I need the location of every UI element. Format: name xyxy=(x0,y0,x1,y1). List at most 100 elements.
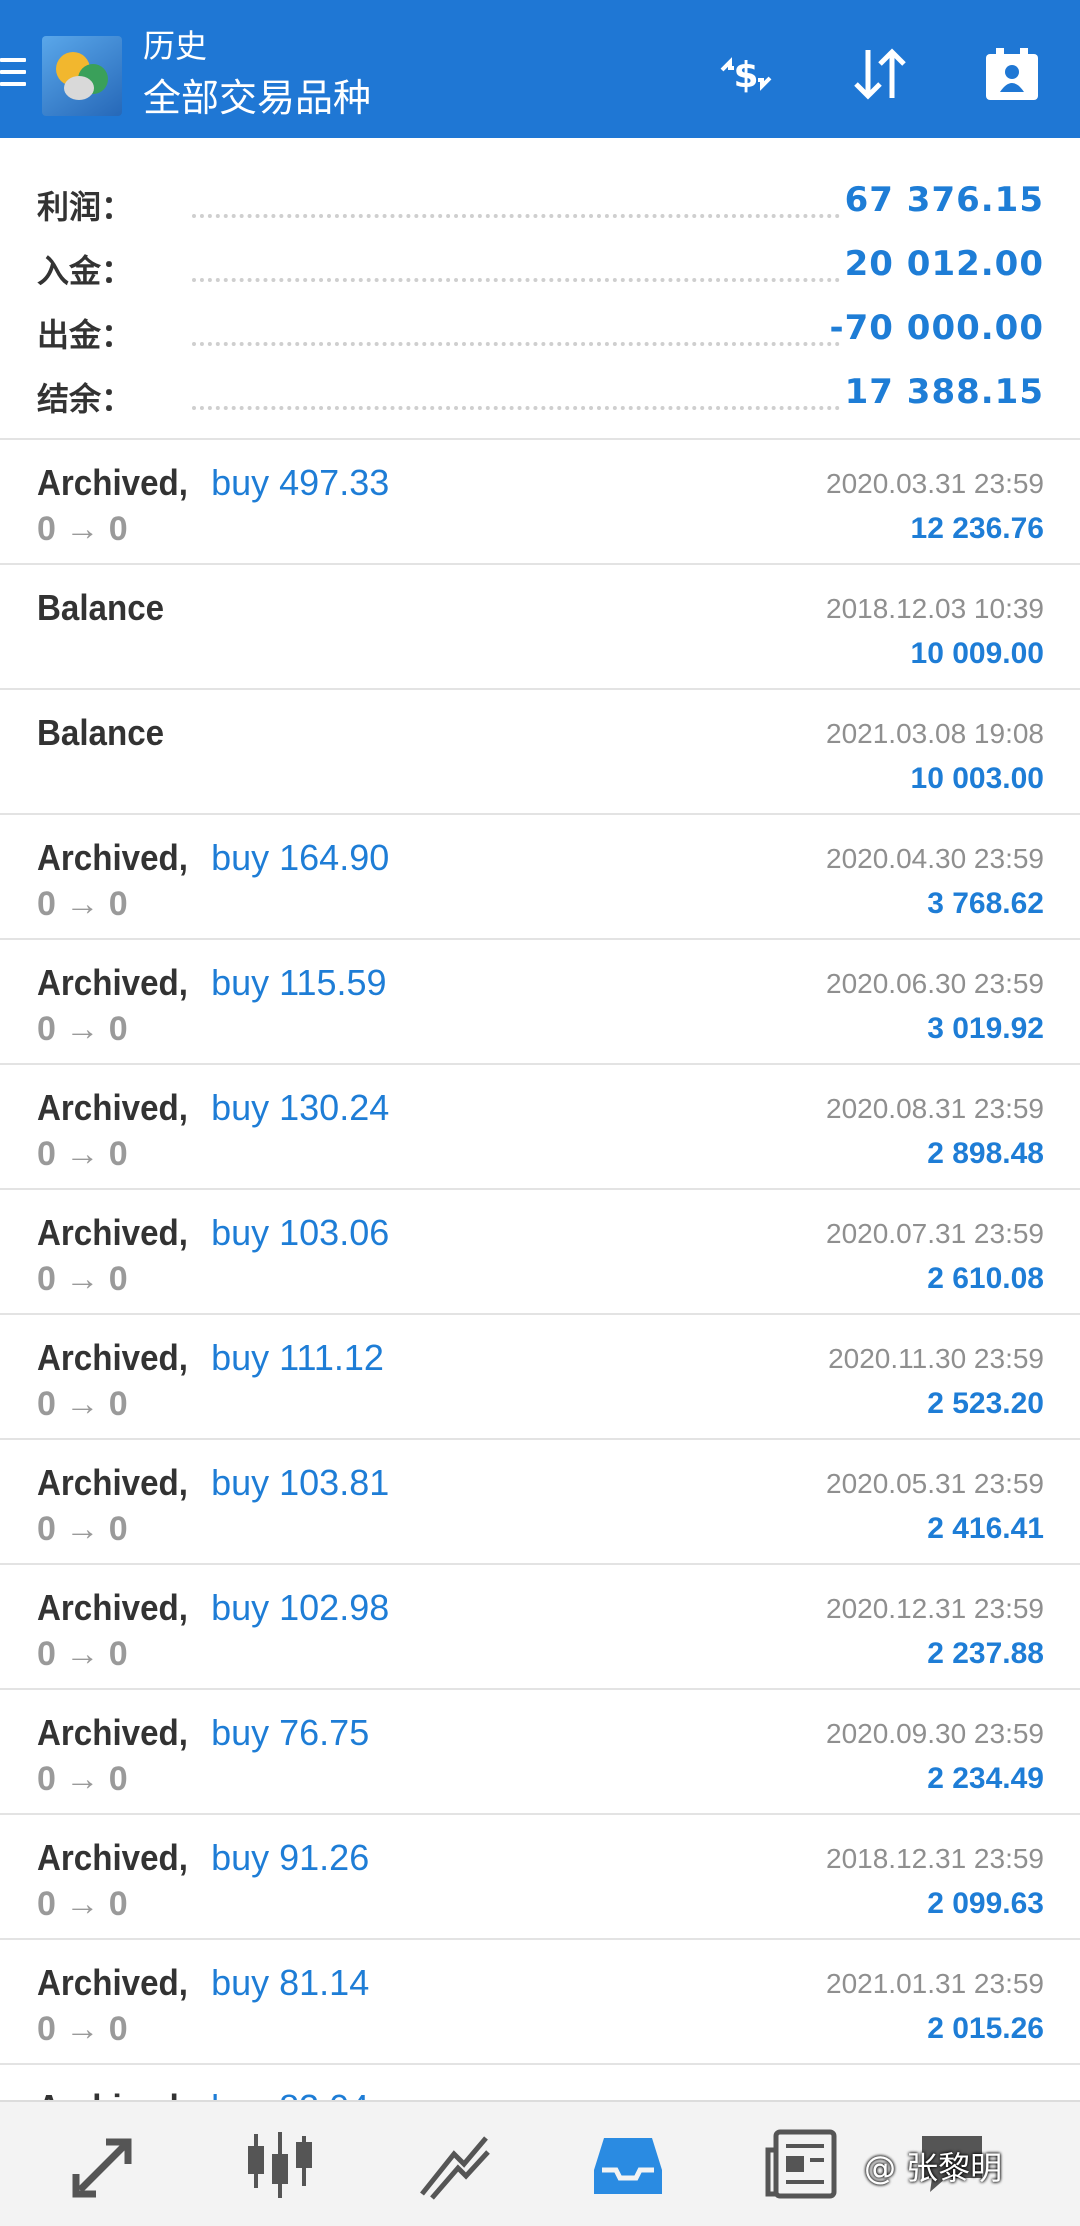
menu-icon[interactable] xyxy=(0,58,28,90)
deal-side: buy xyxy=(211,1337,270,1378)
deal-time: 2021.01.31 23:59 xyxy=(826,1968,1044,1999)
header-titles[interactable]: 历史 全部交易品种 xyxy=(143,26,371,124)
deal-status: Balance xyxy=(37,712,165,753)
history-row[interactable]: Archived, buy 111.12 0 → 0 2020.11.30 23… xyxy=(0,1315,1080,1440)
deal-status: Archived, xyxy=(37,462,188,503)
dotted-leader xyxy=(192,214,840,218)
deal-price-range: 0 → 0 xyxy=(37,1635,128,1673)
history-icon[interactable] xyxy=(588,2124,668,2204)
chart-icon[interactable] xyxy=(240,2124,320,2204)
deal-side: buy xyxy=(211,962,270,1003)
deal-volume: 115.59 xyxy=(279,962,387,1003)
deal-profit: 2 898.48 xyxy=(927,1137,1044,1170)
sort-icon[interactable] xyxy=(850,44,910,104)
deal-profit: 2 015.26 xyxy=(927,2012,1044,2045)
history-row[interactable]: Archived, buy 76.75 0 → 0 2020.09.30 23:… xyxy=(0,1690,1080,1815)
deal-side: buy xyxy=(211,1087,270,1128)
deal-side: buy xyxy=(211,1462,270,1503)
deal-side: buy xyxy=(211,837,270,878)
currency-exchange-icon[interactable]: $ xyxy=(716,44,776,104)
history-list[interactable]: Archived, buy 497.33 0 → 0 2020.03.31 23… xyxy=(0,440,1080,2125)
deal-status: Archived, xyxy=(37,962,188,1003)
dotted-leader xyxy=(192,342,840,346)
history-row[interactable]: Archived, buy 81.14 0 → 0 2021.01.31 23:… xyxy=(0,1940,1080,2065)
news-icon[interactable] xyxy=(762,2124,842,2204)
deal-time: 2020.07.31 23:59 xyxy=(826,1218,1044,1249)
history-row[interactable]: Archived, buy 103.06 0 → 0 2020.07.31 23… xyxy=(0,1190,1080,1315)
deal-profit: 2 610.08 xyxy=(927,1262,1044,1295)
deal-status: Archived, xyxy=(37,1087,188,1128)
deal-status: Archived, xyxy=(37,1587,188,1628)
deal-side: buy xyxy=(211,1587,270,1628)
deal-status: Archived, xyxy=(37,1962,188,2003)
summary-label: 出金： xyxy=(37,316,134,354)
deal-status: Archived, xyxy=(37,1212,188,1253)
deal-status: Archived, xyxy=(37,1712,188,1753)
deal-profit: 10 009.00 xyxy=(910,637,1044,670)
dotted-leader xyxy=(192,406,840,410)
summary-value: 20 012.00 xyxy=(844,244,1044,284)
deal-volume: 111.12 xyxy=(279,1337,384,1378)
summary-value: 17 388.15 xyxy=(844,372,1044,412)
history-row[interactable]: Balance 2018.12.03 10:39 10 009.00 xyxy=(0,565,1080,690)
summary-label: 结余： xyxy=(37,380,134,418)
history-row[interactable]: Archived, buy 91.26 0 → 0 2018.12.31 23:… xyxy=(0,1815,1080,1940)
deal-price-range: 0 → 0 xyxy=(37,1885,128,1923)
history-row[interactable]: Archived, buy 497.33 0 → 0 2020.03.31 23… xyxy=(0,440,1080,565)
deal-profit: 2 523.20 xyxy=(927,1387,1044,1420)
summary-value: 67 376.15 xyxy=(844,180,1044,220)
deal-profit: 3 768.62 xyxy=(927,887,1044,920)
history-row[interactable]: Archived, buy 164.90 0 → 0 2020.04.30 23… xyxy=(0,815,1080,940)
header-title: 全部交易品种 xyxy=(143,76,372,120)
deal-price-range: 0 → 0 xyxy=(37,2010,128,2048)
deal-time: 2020.05.31 23:59 xyxy=(826,1468,1044,1499)
deal-volume: 103.81 xyxy=(279,1462,390,1503)
deal-price-range: 0 → 0 xyxy=(37,1010,128,1048)
deal-status: Archived, xyxy=(37,1462,188,1503)
history-row[interactable]: Archived, buy 102.98 0 → 0 2020.12.31 23… xyxy=(0,1565,1080,1690)
deal-status: Balance xyxy=(37,587,165,628)
deal-price-range: 0 → 0 xyxy=(37,1135,128,1173)
history-row[interactable]: Archived, buy 130.24 0 → 0 2020.08.31 23… xyxy=(0,1065,1080,1190)
history-row[interactable]: Balance 2021.03.08 19:08 10 003.00 xyxy=(0,690,1080,815)
deal-profit: 3 019.92 xyxy=(927,1012,1044,1045)
deal-price-range: 0 → 0 xyxy=(37,1510,128,1548)
deal-time: 2020.09.30 23:59 xyxy=(826,1718,1044,1749)
deal-side: buy xyxy=(211,1837,270,1878)
svg-text:$: $ xyxy=(733,55,758,96)
deal-side: buy xyxy=(211,1712,270,1753)
summary-row-deposit: 入金： 20 012.00 xyxy=(0,234,1080,298)
summary-panel: 利润： 67 376.15 入金： 20 012.00 出金： -70 000.… xyxy=(0,138,1080,440)
deal-profit: 2 237.88 xyxy=(927,1637,1044,1670)
history-row[interactable]: Archived, buy 115.59 0 → 0 2020.06.30 23… xyxy=(0,940,1080,1065)
deal-time: 2020.03.31 23:59 xyxy=(826,468,1044,499)
deal-price-range: 0 → 0 xyxy=(37,885,128,923)
deal-time: 2021.03.08 19:08 xyxy=(826,718,1044,749)
deal-profit: 2 416.41 xyxy=(927,1512,1044,1545)
deal-volume: 130.24 xyxy=(279,1087,390,1128)
app-bar: 历史 全部交易品种 $ xyxy=(0,0,1080,138)
summary-label: 利润： xyxy=(37,188,134,226)
deal-profit: 12 236.76 xyxy=(910,512,1044,545)
trade-icon[interactable] xyxy=(414,2124,494,2204)
metatrader-logo xyxy=(42,36,122,116)
deal-time: 2018.12.03 10:39 xyxy=(826,593,1044,624)
deal-volume: 497.33 xyxy=(279,462,390,503)
deal-status: Archived, xyxy=(37,1837,188,1878)
deal-time: 2018.12.31 23:59 xyxy=(826,1843,1044,1874)
calendar-icon[interactable] xyxy=(982,44,1042,104)
quotes-icon[interactable] xyxy=(66,2124,146,2204)
deal-volume: 102.98 xyxy=(279,1587,390,1628)
deal-volume: 91.26 xyxy=(279,1837,370,1878)
deal-time: 2020.11.30 23:59 xyxy=(828,1343,1044,1374)
summary-value: -70 000.00 xyxy=(829,308,1044,348)
deal-price-range: 0 → 0 xyxy=(37,1760,128,1798)
deal-volume: 81.14 xyxy=(279,1962,370,2003)
summary-row-withdrawal: 出金： -70 000.00 xyxy=(0,298,1080,362)
summary-label: 入金： xyxy=(37,252,134,290)
deal-status: Archived, xyxy=(37,837,188,878)
deal-profit: 2 234.49 xyxy=(927,1762,1044,1795)
header-subtitle: 历史 xyxy=(143,27,208,65)
deal-profit: 2 099.63 xyxy=(927,1887,1044,1920)
history-row[interactable]: Archived, buy 103.81 0 → 0 2020.05.31 23… xyxy=(0,1440,1080,1565)
